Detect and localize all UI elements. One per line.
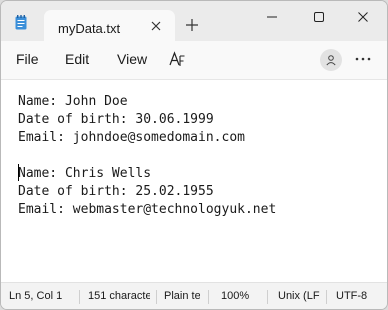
editor-line: Name: Chris Wells bbox=[18, 166, 152, 181]
status-bar: Ln 5, Col 1 151 characte Plain te 100% U… bbox=[1, 282, 387, 309]
close-icon bbox=[358, 12, 368, 22]
person-icon bbox=[326, 55, 336, 66]
more-options-icon[interactable] bbox=[355, 57, 371, 61]
title-bar[interactable]: myData.txt bbox=[1, 1, 387, 43]
editor-line: Date of birth: 25.02.1955 bbox=[18, 184, 214, 199]
editor-line: Name: John Doe bbox=[18, 94, 128, 109]
status-format[interactable]: Plain te bbox=[164, 290, 200, 302]
status-character-count: 151 characte bbox=[88, 290, 150, 302]
text-cursor bbox=[18, 164, 19, 181]
text-editor[interactable]: Name: John Doe Date of birth: 30.06.1999… bbox=[1, 80, 387, 282]
editor-line: Date of birth: 30.06.1999 bbox=[18, 112, 214, 127]
document-tab[interactable]: myData.txt bbox=[44, 10, 175, 43]
maximize-icon bbox=[314, 12, 324, 22]
status-separator bbox=[326, 290, 327, 304]
status-encoding[interactable]: UTF-8 bbox=[336, 290, 376, 302]
tab-title: myData.txt bbox=[58, 21, 121, 36]
status-zoom[interactable]: 100% bbox=[221, 290, 253, 302]
status-position: Ln 5, Col 1 bbox=[9, 290, 63, 302]
menu-edit[interactable]: Edit bbox=[65, 51, 89, 67]
close-window-button[interactable] bbox=[346, 8, 380, 26]
status-separator bbox=[208, 290, 209, 304]
minimize-button[interactable] bbox=[255, 8, 289, 26]
close-icon[interactable] bbox=[150, 20, 162, 32]
maximize-button[interactable] bbox=[302, 8, 336, 26]
notepad-icon bbox=[15, 15, 27, 30]
editor-line: Email: johndoe@somedomain.com bbox=[18, 130, 245, 145]
menu-file[interactable]: File bbox=[16, 51, 39, 67]
status-separator bbox=[267, 290, 268, 304]
editor-line: Email: webmaster@technologyuk.net bbox=[18, 202, 277, 217]
status-separator bbox=[79, 290, 80, 304]
status-separator bbox=[156, 290, 157, 304]
status-line-ending[interactable]: Unix (LF bbox=[278, 290, 322, 302]
font-format-icon[interactable] bbox=[169, 51, 187, 69]
menu-view[interactable]: View bbox=[117, 51, 147, 67]
plus-icon[interactable] bbox=[185, 18, 199, 32]
notepad-window: myData.txt File Edit View Name: John Doe… bbox=[0, 0, 388, 310]
account-icon[interactable] bbox=[320, 49, 342, 71]
minimize-icon bbox=[267, 16, 277, 18]
